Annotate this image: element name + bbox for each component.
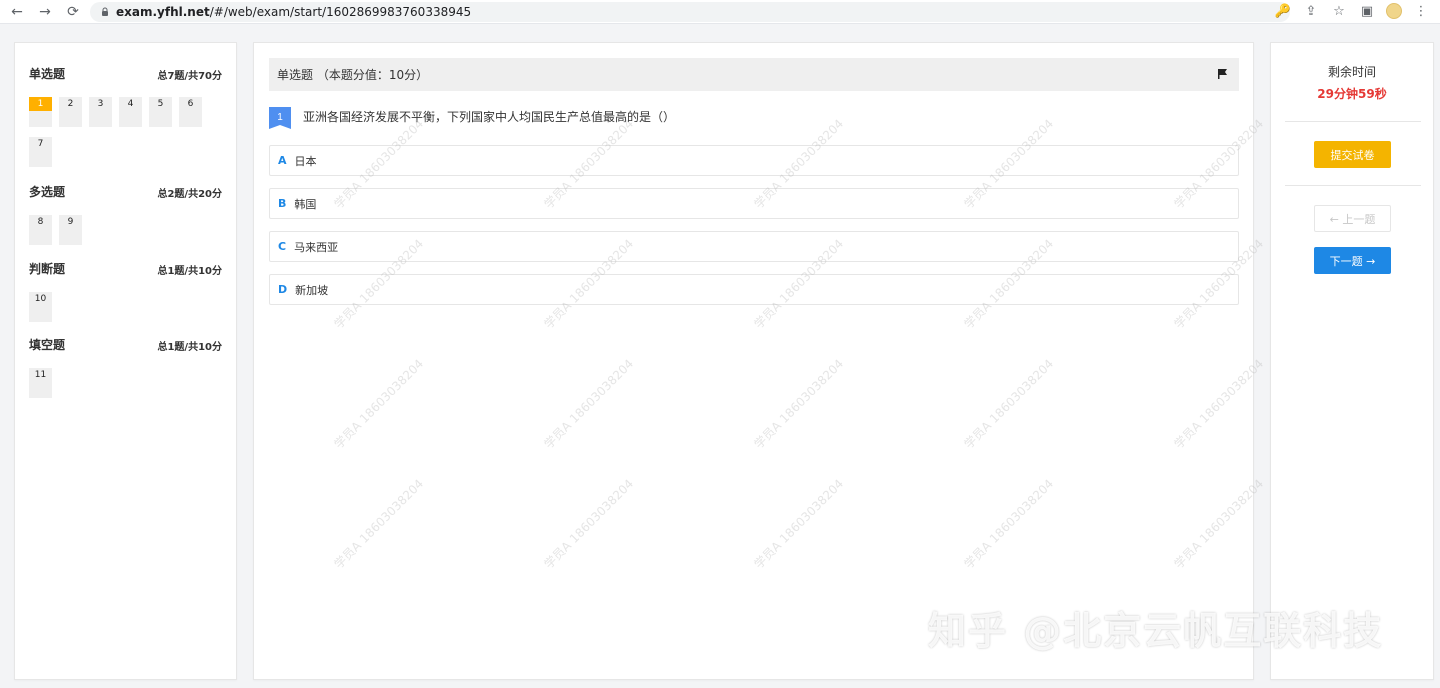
section-total-single: 总7题/共70分 [157, 71, 222, 82]
flag-icon[interactable] [1217, 68, 1229, 80]
question-status-fill [29, 111, 52, 127]
divider [1285, 121, 1421, 122]
avatar[interactable] [1386, 3, 1402, 19]
option-text: 马来西亚 [294, 240, 339, 254]
option-text: 韩国 [294, 197, 317, 211]
question-box-8[interactable]: 8 [29, 215, 52, 245]
url-path: /#/web/exam/start/1602869983760338945 [209, 4, 472, 19]
timer-value: 29分钟59秒 [1317, 87, 1387, 101]
question-number: 1 [29, 97, 52, 111]
question-text: 亚洲各国经济发展不平衡，下列国家中人均国民生产总值最高的是（） [303, 110, 676, 124]
key-icon[interactable]: 🔑 [1274, 2, 1292, 20]
next-question-button[interactable]: 下一题 → [1314, 247, 1391, 274]
option-b[interactable]: B 韩国 [269, 188, 1239, 219]
back-icon[interactable]: ← [8, 3, 26, 21]
question-number: 3 [89, 97, 112, 111]
exam-control-panel: 剩余时间 29分钟59秒 提交试卷 ← 上一题 下一题 → [1270, 42, 1434, 680]
option-text: 日本 [294, 154, 317, 168]
address-bar[interactable]: exam.yfhl.net /#/web/exam/start/16028699… [90, 1, 1290, 22]
submit-exam-button[interactable]: 提交试卷 [1314, 141, 1391, 168]
section-total-multi: 总2题/共20分 [157, 189, 222, 200]
question-index: 1 [277, 112, 283, 123]
question-status-fill [119, 111, 142, 127]
section-grid-multi: 8 9 [29, 215, 219, 255]
reload-icon[interactable]: ⟳ [64, 3, 82, 21]
share-icon[interactable]: ⇪ [1302, 2, 1320, 20]
divider [1285, 185, 1421, 186]
question-box-7[interactable]: 7 [29, 137, 52, 167]
question-number: 8 [29, 215, 52, 229]
section-title-multi: 多选题 [29, 185, 66, 199]
nav-icons: ← → ⟳ [0, 3, 82, 21]
question-number: 2 [59, 97, 82, 111]
question-box-5[interactable]: 5 [149, 97, 172, 127]
question-number: 6 [179, 97, 202, 111]
question-status-fill [59, 229, 82, 245]
question-status-fill [149, 111, 172, 127]
section-grid-single: 1 2 3 4 5 6 7 [29, 97, 219, 177]
question-status-fill [29, 229, 52, 245]
question-box-10[interactable]: 10 [29, 292, 52, 322]
question-type-score: 单选题 （本题分值：10分） [277, 68, 429, 82]
prev-question-button[interactable]: ← 上一题 [1314, 205, 1391, 232]
section-title-judge: 判断题 [29, 262, 66, 276]
question-number: 5 [149, 97, 172, 111]
question-status-fill [29, 151, 52, 167]
section-title-single: 单选题 [29, 67, 66, 81]
question-box-6[interactable]: 6 [179, 97, 202, 127]
question-box-9[interactable]: 9 [59, 215, 82, 245]
question-status-fill [89, 111, 112, 127]
question-number: 9 [59, 215, 82, 229]
question-number: 11 [29, 368, 52, 382]
section-grid-fill: 11 [29, 368, 219, 408]
lock-icon [102, 7, 108, 16]
option-letter: A [278, 154, 287, 167]
question-box-2[interactable]: 2 [59, 97, 82, 127]
section-total-judge: 总1题/共10分 [157, 266, 222, 277]
question-box-4[interactable]: 4 [119, 97, 142, 127]
question-box-3[interactable]: 3 [89, 97, 112, 127]
question-number-badge: 1 [269, 107, 291, 129]
option-a[interactable]: A 日本 [269, 145, 1239, 176]
question-status-fill [29, 306, 52, 322]
browser-bar: ← → ⟳ exam.yfhl.net /#/web/exam/start/16… [0, 0, 1440, 24]
brand-watermark: 知乎 @北京云帆互联科技 [928, 609, 1384, 653]
option-letter: B [278, 197, 287, 210]
question-status-fill [179, 111, 202, 127]
star-icon[interactable]: ☆ [1330, 2, 1348, 20]
option-d[interactable]: D 新加坡 [269, 274, 1239, 305]
url-domain: exam.yfhl.net [116, 4, 210, 19]
question-box-11[interactable]: 11 [29, 368, 52, 398]
question-number: 10 [29, 292, 52, 306]
option-letter: D [278, 283, 288, 296]
question-number: 7 [29, 137, 52, 151]
question-box-1[interactable]: 1 [29, 97, 52, 127]
question-number: 4 [119, 97, 142, 111]
section-total-fill: 总1题/共10分 [157, 342, 222, 353]
question-nav-panel: 单选题 总7题/共70分 1 2 3 4 5 6 7 多选题 总2题/共20分 … [14, 42, 237, 680]
section-grid-judge: 10 [29, 292, 219, 332]
more-menu-icon[interactable]: ⋮ [1412, 2, 1430, 20]
question-status-fill [59, 111, 82, 127]
forward-icon[interactable]: → [36, 3, 54, 21]
sidebar-toggle-icon[interactable]: ▣ [1358, 2, 1376, 20]
timer-label: 剩余时间 [1327, 65, 1376, 79]
option-text: 新加坡 [295, 283, 329, 297]
option-letter: C [278, 240, 287, 253]
section-title-fill: 填空题 [29, 338, 66, 352]
browser-right-icons: 🔑 ⇪ ☆ ▣ ⋮ [1274, 2, 1430, 20]
question-panel: 单选题 （本题分值：10分） 1 亚洲各国经济发展不平衡，下列国家中人均国民生产… [253, 42, 1254, 680]
option-c[interactable]: C 马来西亚 [269, 231, 1239, 262]
question-status-fill [29, 382, 52, 398]
question-header: 单选题 （本题分值：10分） [269, 58, 1239, 91]
